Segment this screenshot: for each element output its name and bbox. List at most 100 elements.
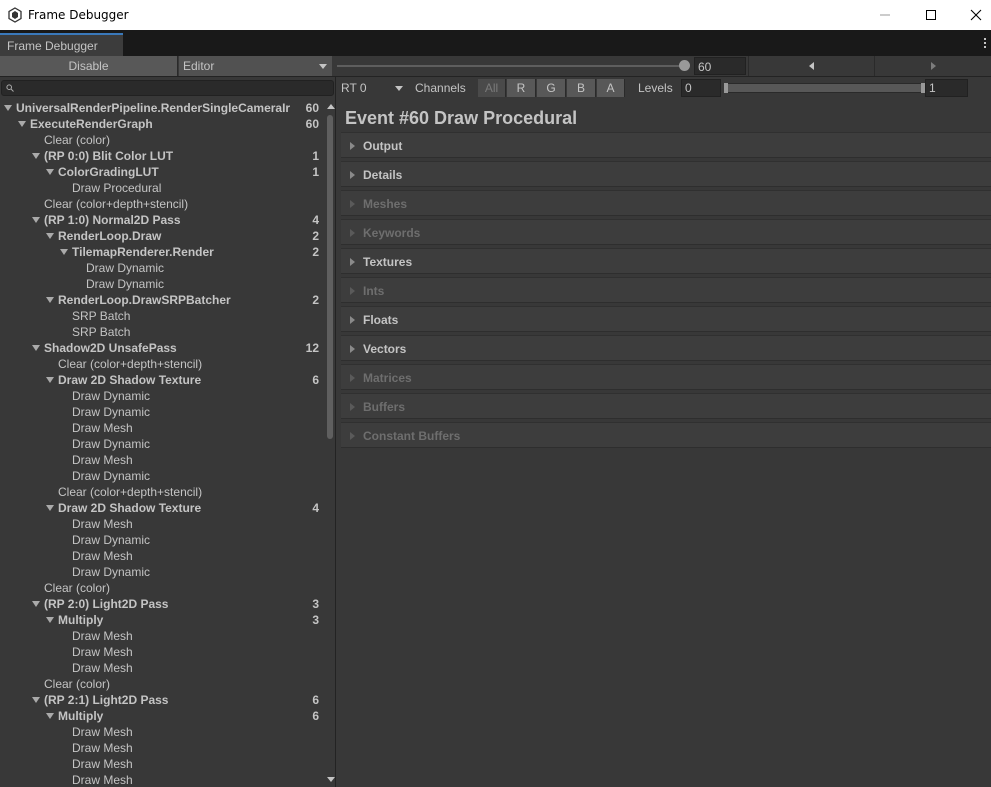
previous-event-button[interactable] — [748, 56, 873, 76]
window-title: Frame Debugger — [28, 8, 129, 22]
section-textures[interactable]: Textures — [341, 248, 991, 277]
channel-r-button[interactable]: R — [507, 79, 536, 97]
expand-triangle-icon[interactable] — [18, 121, 26, 127]
disable-button[interactable]: Disable — [0, 56, 178, 76]
tree-row[interactable]: Draw 2D Shadow Texture 4 — [0, 500, 324, 516]
minimize-button[interactable] — [862, 0, 908, 30]
event-slider-thumb[interactable] — [679, 60, 690, 71]
scroll-up-icon[interactable] — [327, 104, 335, 109]
scrollbar-thumb[interactable] — [327, 115, 333, 439]
tree-row[interactable]: SRP Batch — [0, 324, 324, 340]
tree-row[interactable]: Multiply 6 — [0, 708, 324, 724]
tab-frame-debugger[interactable]: Frame Debugger — [0, 33, 123, 56]
tree-row[interactable]: Draw Mesh — [0, 660, 324, 676]
tree-row[interactable]: (RP 2:0) Light2D Pass 3 — [0, 596, 324, 612]
tree-row[interactable]: ExecuteRenderGraph 60 — [0, 116, 324, 132]
section-output[interactable]: Output — [341, 132, 991, 161]
tree-row-label: SRP Batch — [72, 309, 131, 323]
tree-row[interactable]: Draw Mesh — [0, 420, 324, 436]
tree-row[interactable]: Draw Dynamic — [0, 564, 324, 580]
close-button[interactable] — [953, 0, 991, 30]
expand-triangle-icon[interactable] — [46, 297, 54, 303]
channel-g-button[interactable]: G — [537, 79, 566, 97]
tree-row[interactable]: Draw Dynamic — [0, 260, 324, 276]
tree-row[interactable]: Clear (color+depth+stencil) — [0, 484, 324, 500]
event-slider-track[interactable] — [337, 65, 685, 67]
tree-row[interactable]: (RP 0:0) Blit Color LUT 1 — [0, 148, 324, 164]
section-header[interactable]: Floats — [341, 306, 991, 332]
tree-row[interactable]: Draw Mesh — [0, 740, 324, 756]
scroll-down-icon[interactable] — [327, 777, 335, 782]
tree-row[interactable]: TilemapRenderer.Render 2 — [0, 244, 324, 260]
tree-row[interactable]: Draw Mesh — [0, 756, 324, 772]
target-dropdown[interactable]: Editor — [179, 56, 332, 76]
tree-row[interactable]: Draw Mesh — [0, 516, 324, 532]
tree-row[interactable]: Draw Dynamic — [0, 532, 324, 548]
section-header[interactable]: Textures — [341, 248, 991, 274]
expand-triangle-icon[interactable] — [46, 713, 54, 719]
levels-min-field[interactable]: 0 — [681, 79, 721, 97]
channel-a-button[interactable]: A — [597, 79, 625, 97]
tree-row[interactable]: Draw Mesh — [0, 772, 324, 787]
tree-row[interactable]: Draw Mesh — [0, 452, 324, 468]
levels-max-field[interactable]: 1 — [925, 79, 968, 97]
tree-row[interactable]: Draw Mesh — [0, 548, 324, 564]
section-header[interactable]: Details — [341, 161, 991, 187]
expand-triangle-icon[interactable] — [32, 217, 40, 223]
tree-row[interactable]: Shadow2D UnsafePass 12 — [0, 340, 324, 356]
levels-range-slider[interactable] — [724, 83, 925, 93]
expand-triangle-icon[interactable] — [4, 105, 12, 111]
expand-triangle-icon[interactable] — [46, 377, 54, 383]
tree-row[interactable]: Clear (color) — [0, 676, 324, 692]
channel-b-button[interactable]: B — [567, 79, 596, 97]
channel-all-button[interactable]: All — [478, 79, 506, 97]
levels-min-handle[interactable] — [724, 83, 728, 93]
next-event-button[interactable] — [874, 56, 991, 76]
search-input[interactable] — [1, 80, 334, 96]
tree-row[interactable]: Draw Mesh — [0, 724, 324, 740]
tree-row[interactable]: Draw Procedural — [0, 180, 324, 196]
tree-row[interactable]: Clear (color+depth+stencil) — [0, 356, 324, 372]
tree-row[interactable]: Draw Dynamic — [0, 436, 324, 452]
tree-row[interactable]: RenderLoop.DrawSRPBatcher 2 — [0, 292, 324, 308]
tree-row[interactable]: Draw 2D Shadow Texture 6 — [0, 372, 324, 388]
tree-row[interactable]: Clear (color) — [0, 580, 324, 596]
tree-row[interactable]: Draw Dynamic — [0, 404, 324, 420]
tab-menu-icon[interactable] — [984, 38, 987, 49]
tree-row[interactable]: Draw Dynamic — [0, 388, 324, 404]
expand-triangle-icon[interactable] — [32, 601, 40, 607]
tree-row[interactable]: UniversalRenderPipeline.RenderSingleCame… — [0, 100, 324, 116]
expand-triangle-icon[interactable] — [32, 153, 40, 159]
expand-triangle-icon[interactable] — [46, 169, 54, 175]
tree-row[interactable]: SRP Batch — [0, 308, 324, 324]
tree-row[interactable]: Draw Mesh — [0, 644, 324, 660]
expand-triangle-icon[interactable] — [46, 617, 54, 623]
tree-row[interactable]: Draw Dynamic — [0, 276, 324, 292]
section-title: Matrices — [363, 371, 412, 385]
tree-row[interactable]: Draw Dynamic — [0, 468, 324, 484]
tree-row[interactable]: (RP 1:0) Normal2D Pass 4 — [0, 212, 324, 228]
section-details[interactable]: Details — [341, 161, 991, 190]
tree-row[interactable]: Clear (color) — [0, 132, 324, 148]
tree-row[interactable]: RenderLoop.Draw 2 — [0, 228, 324, 244]
tree-row[interactable]: Multiply 3 — [0, 612, 324, 628]
render-target-dropdown[interactable]: RT 0 — [338, 79, 406, 97]
section-header[interactable]: Vectors — [341, 335, 991, 361]
arrow-left-icon — [808, 62, 814, 70]
expand-triangle-icon[interactable] — [32, 697, 40, 703]
tree-scrollbar[interactable] — [324, 100, 336, 787]
event-index-field[interactable]: 60 — [694, 57, 746, 75]
section-vectors[interactable]: Vectors — [341, 335, 991, 364]
section-header[interactable]: Output — [341, 132, 991, 158]
tree-row[interactable]: ColorGradingLUT 1 — [0, 164, 324, 180]
expand-triangle-icon[interactable] — [46, 505, 54, 511]
tree-row[interactable]: Draw Mesh — [0, 628, 324, 644]
expand-triangle-icon[interactable] — [60, 249, 68, 255]
section-floats[interactable]: Floats — [341, 306, 991, 335]
tab-strip: Frame Debugger — [0, 30, 991, 56]
expand-triangle-icon[interactable] — [32, 345, 40, 351]
tree-row[interactable]: Clear (color+depth+stencil) — [0, 196, 324, 212]
maximize-button[interactable] — [908, 0, 954, 30]
tree-row[interactable]: (RP 2:1) Light2D Pass 6 — [0, 692, 324, 708]
expand-triangle-icon[interactable] — [46, 233, 54, 239]
